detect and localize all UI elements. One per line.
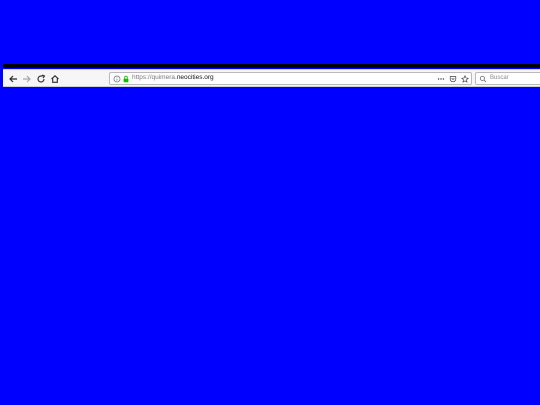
- address-bar[interactable]: https://quimera.neocities.org: [109, 72, 472, 85]
- search-box[interactable]: Buscar: [475, 72, 540, 85]
- home-button[interactable]: [48, 72, 61, 85]
- pocket-icon[interactable]: [448, 74, 458, 84]
- url-domain: neocities.org: [176, 74, 214, 81]
- window-top-strip: [3, 64, 540, 68]
- search-icon: [478, 74, 488, 84]
- browser-toolbar: https://quimera.neocities.org Buscar: [3, 69, 540, 87]
- forward-arrow-icon: [22, 75, 31, 82]
- search-placeholder: Buscar: [490, 74, 509, 81]
- home-icon: [50, 74, 59, 83]
- bookmark-star-icon[interactable]: [460, 74, 470, 84]
- url-prefix: https://quimera.: [132, 74, 177, 81]
- back-button[interactable]: [6, 72, 19, 85]
- page-actions-icon[interactable]: [436, 74, 446, 84]
- back-arrow-icon: [8, 75, 17, 82]
- forward-button[interactable]: [20, 72, 33, 85]
- url-text[interactable]: https://quimera.neocities.org: [132, 74, 214, 81]
- reload-icon: [37, 73, 45, 83]
- secure-lock-icon[interactable]: [121, 74, 131, 84]
- reload-button[interactable]: [34, 72, 47, 85]
